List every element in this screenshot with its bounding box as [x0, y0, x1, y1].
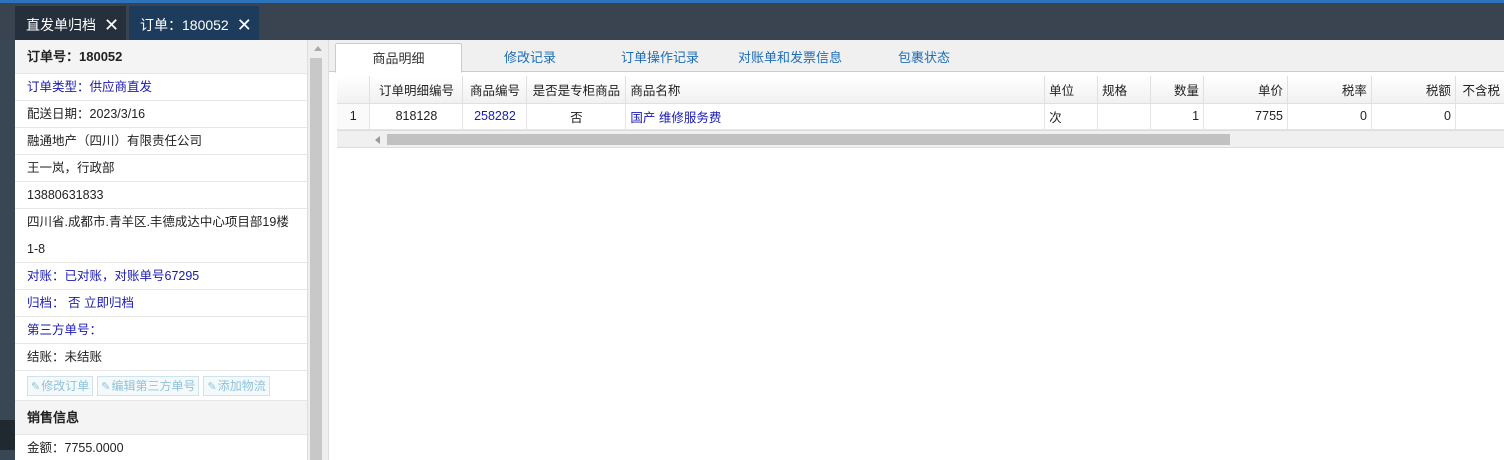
cell-detail-no: 818128: [369, 103, 464, 130]
col-is-counter[interactable]: 是否是专柜商品: [526, 76, 627, 104]
third-party-number: 第三方单号：: [15, 317, 307, 344]
archive-label: 归档：: [27, 296, 65, 310]
edit-order-button[interactable]: ✎修改订单: [27, 375, 94, 396]
detail-area: 商品明细 修改记录 订单操作记录 对账单和发票信息 包裹状态 订单明细编号 商品…: [328, 40, 1504, 460]
tab-label: 订单：180052: [140, 16, 229, 33]
row-number: 1: [337, 103, 371, 130]
scroll-thumb[interactable]: [387, 134, 1230, 145]
grid-horizontal-scrollbar[interactable]: [337, 130, 1504, 148]
cell-tax-rate: 0: [1287, 103, 1372, 130]
settlement-status: 结账：未结账: [15, 344, 307, 371]
col-tax-rate[interactable]: 税率: [1287, 76, 1372, 104]
edit-third-party-label: 编辑第三方单号: [111, 378, 196, 393]
col-excl-tax[interactable]: 不含税: [1455, 76, 1504, 104]
company-name: 融通地产（四川）有限责任公司: [15, 128, 307, 155]
delivery-address: 四川省.成都市.青羊区.丰德成达中心项目部19楼1-8: [15, 209, 307, 263]
cell-excl-tax: [1455, 103, 1504, 130]
col-unit-price[interactable]: 单价: [1203, 76, 1288, 104]
action-buttons: ✎修改订单 ✎编辑第三方单号 ✎添加物流: [15, 371, 307, 401]
cell-is-counter: 否: [526, 103, 627, 130]
pencil-icon: ✎: [207, 380, 217, 393]
tab-operation-log[interactable]: 订单操作记录: [605, 43, 715, 72]
tab-label: 直发单归档: [26, 16, 96, 33]
left-nav-strip: [0, 40, 15, 460]
col-detail-no[interactable]: 订单明细编号: [369, 76, 464, 104]
col-spec[interactable]: 规格: [1097, 76, 1152, 104]
order-type: 订单类型：供应商直发: [15, 74, 307, 101]
tab-order-180052[interactable]: 订单：180052 ✕: [129, 6, 259, 43]
col-product-name[interactable]: 商品名称: [625, 76, 1046, 104]
scroll-left-icon[interactable]: [375, 136, 380, 144]
add-logistics-label: 添加物流: [217, 378, 266, 393]
col-product-code[interactable]: 商品编号: [462, 76, 528, 104]
edit-order-label: 修改订单: [41, 378, 90, 393]
pencil-icon: ✎: [101, 380, 111, 393]
tab-direct-order-archive[interactable]: 直发单归档 ✕: [15, 6, 126, 43]
sales-amount: 金额：7755.0000: [15, 435, 307, 460]
cell-spec: [1097, 103, 1152, 130]
archive-value: 否: [68, 296, 81, 310]
col-tax-amount[interactable]: 税额: [1371, 76, 1456, 104]
tab-product-detail[interactable]: 商品明细: [335, 43, 462, 73]
archive-status: 归档： 否 立即归档: [15, 290, 307, 317]
cell-unit: 次: [1044, 103, 1099, 130]
tab-package-status[interactable]: 包裹状态: [869, 43, 979, 72]
grid-header-row: 订单明细编号 商品编号 是否是专柜商品 商品名称 单位 规格 数量 单价 税率 …: [337, 76, 1504, 104]
table-row[interactable]: 1 818128 258282 否 国产 维修服务费 次 1 7755 0 0: [337, 103, 1504, 130]
cell-product-name-link[interactable]: 国产 维修服务费: [625, 103, 1046, 130]
product-grid: 订单明细编号 商品编号 是否是专柜商品 商品名称 单位 规格 数量 单价 税率 …: [337, 76, 1504, 130]
left-panel-scrollbar[interactable]: [308, 40, 328, 460]
add-logistics-button[interactable]: ✎添加物流: [203, 375, 270, 396]
pencil-icon: ✎: [31, 380, 41, 393]
col-rownum: [337, 76, 371, 104]
sales-info-header: 销售信息: [15, 401, 307, 435]
cell-product-code-link[interactable]: 258282: [462, 103, 528, 130]
scroll-up-icon[interactable]: [314, 46, 322, 51]
cell-tax-amount: 0: [1371, 103, 1456, 130]
contact-person: 王一岚，行政部: [15, 155, 307, 182]
reconcile-status: 对账：已对账，对账单号67295: [15, 263, 307, 290]
detail-tabs: 商品明细 修改记录 订单操作记录 对账单和发票信息 包裹状态: [329, 40, 1504, 73]
tab-statement-invoice[interactable]: 对账单和发票信息: [725, 43, 855, 72]
tab-change-log[interactable]: 修改记录: [475, 43, 585, 72]
cell-quantity: 1: [1150, 103, 1205, 130]
cell-unit-price: 7755: [1203, 103, 1288, 130]
order-number: 订单号：180052: [15, 40, 307, 74]
scroll-thumb[interactable]: [310, 58, 322, 460]
top-tab-bar: 直发单归档 ✕ 订单：180052 ✕: [0, 0, 1504, 43]
close-icon[interactable]: ✕: [104, 16, 119, 34]
delivery-date: 配送日期：2023/3/16: [15, 101, 307, 128]
col-unit[interactable]: 单位: [1044, 76, 1099, 104]
archive-now-link[interactable]: 立即归档: [84, 296, 134, 310]
col-quantity[interactable]: 数量: [1150, 76, 1205, 104]
order-info-panel: 订单号：180052 订单类型：供应商直发 配送日期：2023/3/16 融通地…: [15, 40, 308, 460]
phone-number: 13880631833: [15, 182, 307, 209]
edit-third-party-button[interactable]: ✎编辑第三方单号: [97, 375, 200, 396]
close-icon[interactable]: ✕: [237, 16, 252, 34]
